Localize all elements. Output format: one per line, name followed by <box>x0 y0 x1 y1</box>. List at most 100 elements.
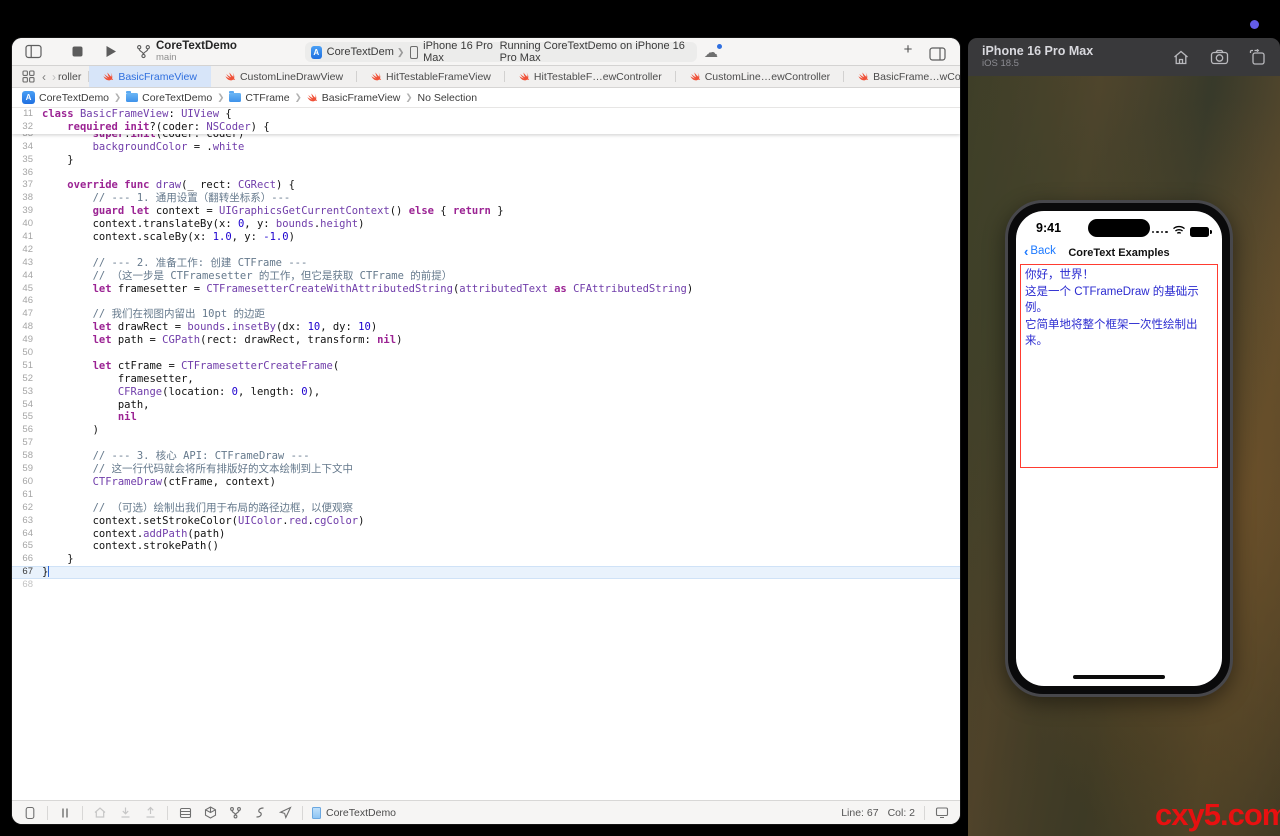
breadcrumb-item-coretextdemo[interactable]: ACoreTextDemo <box>22 91 109 104</box>
code-line-63[interactable]: 63 context.setStrokeColor(UIColor.red.cg… <box>12 515 960 528</box>
code-line-57[interactable]: 57 <box>12 437 960 450</box>
breadcrumb-item-basicframeview[interactable]: BasicFrameView <box>307 92 401 104</box>
code-line-52[interactable]: 52 framesetter, <box>12 373 960 386</box>
stop-button[interactable] <box>66 41 88 63</box>
line-number[interactable]: 35 <box>12 154 42 167</box>
line-number[interactable]: 56 <box>12 424 42 437</box>
scheme-device-bar[interactable]: A CoreTextDem ❯ iPhone 16 Pro Max Runnin… <box>305 42 697 62</box>
code-line-56[interactable]: 56 ) <box>12 424 960 437</box>
code-line-53[interactable]: 53 CFRange(location: 0, length: 0), <box>12 386 960 399</box>
code-line-40[interactable]: 40 context.translateBy(x: 0, y: bounds.h… <box>12 218 960 231</box>
code-line-61[interactable]: 61 <box>12 489 960 502</box>
editor-tab-hittestableframeview[interactable]: HitTestableFrameView <box>357 66 505 87</box>
line-number[interactable]: 61 <box>12 489 42 502</box>
line-number[interactable]: 47 <box>12 308 42 321</box>
line-number[interactable]: 41 <box>12 231 42 244</box>
display-icon[interactable] <box>934 805 950 821</box>
line-number[interactable]: 33 <box>12 134 42 141</box>
line-number[interactable]: 36 <box>12 167 42 180</box>
line-number[interactable]: 11 <box>12 108 42 121</box>
view-hierarchy-icon[interactable] <box>177 805 193 821</box>
line-number[interactable]: 42 <box>12 244 42 257</box>
line-number[interactable]: 38 <box>12 192 42 205</box>
line-number[interactable]: 50 <box>12 347 42 360</box>
code-line-68[interactable]: 68 <box>12 579 960 592</box>
iphone-screen[interactable]: 9:41 ‹ Back CoreText Exam <box>1016 211 1222 686</box>
back-history-icon[interactable]: ‹ <box>42 70 46 84</box>
line-number[interactable]: 37 <box>12 179 42 192</box>
code-line-11[interactable]: 11class BasicFrameView: UIView { <box>12 108 960 121</box>
line-number[interactable]: 67 <box>12 566 42 579</box>
code-line-33[interactable]: 33 super.init(coder: coder) <box>12 134 960 141</box>
code-line-42[interactable]: 42 <box>12 244 960 257</box>
code-line-36[interactable]: 36 <box>12 167 960 180</box>
memory-graph-icon[interactable] <box>202 805 218 821</box>
breadcrumb-item-coretextdemo[interactable]: CoreTextDemo <box>126 92 212 104</box>
code-line-67[interactable]: 67} <box>12 566 960 579</box>
line-number[interactable]: 65 <box>12 540 42 553</box>
line-number[interactable]: 44 <box>12 270 42 283</box>
navigator-toggle-icon[interactable] <box>22 41 44 63</box>
code-line-54[interactable]: 54 path, <box>12 399 960 412</box>
line-number[interactable]: 55 <box>12 411 42 424</box>
code-line-59[interactable]: 59 // 这一行代码就会将所有排版好的文本绘制到上下文中 <box>12 463 960 476</box>
code-line-46[interactable]: 46 <box>12 295 960 308</box>
line-number[interactable]: 51 <box>12 360 42 373</box>
code-line-65[interactable]: 65 context.strokePath() <box>12 540 960 553</box>
network-condition-icon[interactable] <box>252 805 268 821</box>
line-number[interactable]: 39 <box>12 205 42 218</box>
restore-home-icon[interactable] <box>92 805 108 821</box>
rotate-icon[interactable] <box>1249 49 1266 66</box>
breakpoints-toggle-icon[interactable] <box>57 805 73 821</box>
line-number[interactable]: 49 <box>12 334 42 347</box>
debug-project-chip[interactable]: CoreTextDemo <box>312 807 396 819</box>
step-into-icon[interactable] <box>117 805 133 821</box>
code-line-60[interactable]: 60 CTFrameDraw(ctFrame, context) <box>12 476 960 489</box>
project-title-block[interactable]: CoreTextDemo main <box>156 40 237 62</box>
code-line-38[interactable]: 38 // --- 1. 通用设置（翻转坐标系）--- <box>12 192 960 205</box>
code-line-44[interactable]: 44 // （这一步是 CTFramesetter 的工作，但它是获取 CTFr… <box>12 270 960 283</box>
line-number[interactable]: 57 <box>12 437 42 450</box>
line-number[interactable]: 40 <box>12 218 42 231</box>
simulate-location-icon[interactable] <box>277 805 293 821</box>
breadcrumb-item-noselection[interactable]: No Selection <box>418 92 478 104</box>
code-line-50[interactable]: 50 <box>12 347 960 360</box>
code-line-41[interactable]: 41 context.scaleBy(x: 1.0, y: -1.0) <box>12 231 960 244</box>
process-fork-icon[interactable] <box>227 805 243 821</box>
code-line-62[interactable]: 62 // （可选）绘制出我们用于布局的路径边框，以便观察 <box>12 502 960 515</box>
code-line-55[interactable]: 55 nil <box>12 411 960 424</box>
breadcrumb-item-ctframe[interactable]: CTFrame <box>229 92 289 104</box>
source-editor[interactable]: 11class BasicFrameView: UIView {32 requi… <box>12 108 960 800</box>
code-line-51[interactable]: 51 let ctFrame = CTFramesetterCreateFram… <box>12 360 960 373</box>
code-line-49[interactable]: 49 let path = CGPath(rect: drawRect, tra… <box>12 334 960 347</box>
line-number[interactable]: 63 <box>12 515 42 528</box>
simulator-titlebar[interactable]: iPhone 16 Pro Max iOS 18.5 <box>968 38 1280 76</box>
scheme-name[interactable]: CoreTextDem <box>327 46 394 58</box>
editor-layout-icon[interactable] <box>926 43 948 65</box>
line-number[interactable]: 53 <box>12 386 42 399</box>
home-indicator[interactable] <box>1073 675 1165 680</box>
code-line-39[interactable]: 39 guard let context = UIGraphicsGetCurr… <box>12 205 960 218</box>
line-number[interactable]: 54 <box>12 399 42 412</box>
line-number[interactable]: 52 <box>12 373 42 386</box>
run-button[interactable] <box>100 41 122 63</box>
screenshot-camera-icon[interactable] <box>1210 49 1229 66</box>
editor-tab-basicframewcontroller[interactable]: BasicFrame…wController <box>844 66 960 87</box>
code-line-47[interactable]: 47 // 我们在视图内留出 10pt 的边距 <box>12 308 960 321</box>
code-line-37[interactable]: 37 override func draw(_ rect: CGRect) { <box>12 179 960 192</box>
code-line-66[interactable]: 66 } <box>12 553 960 566</box>
line-number[interactable]: 32 <box>12 121 42 134</box>
home-icon[interactable] <box>1172 49 1190 66</box>
code-line-35[interactable]: 35 } <box>12 154 960 167</box>
new-tab-button[interactable]: + <box>898 41 918 58</box>
line-number[interactable]: 34 <box>12 141 42 154</box>
code-line-43[interactable]: 43 // --- 2. 准备工作: 创建 CTFrame --- <box>12 257 960 270</box>
tab-overview-icon[interactable] <box>20 66 36 88</box>
line-number[interactable]: 58 <box>12 450 42 463</box>
code-line-58[interactable]: 58 // --- 3. 核心 API: CTFrameDraw --- <box>12 450 960 463</box>
line-number[interactable]: 59 <box>12 463 42 476</box>
cloud-status-icon[interactable]: ☁ <box>704 43 722 61</box>
line-number[interactable]: 48 <box>12 321 42 334</box>
run-destination[interactable]: iPhone 16 Pro Max <box>423 40 499 64</box>
line-number[interactable]: 68 <box>12 579 42 592</box>
